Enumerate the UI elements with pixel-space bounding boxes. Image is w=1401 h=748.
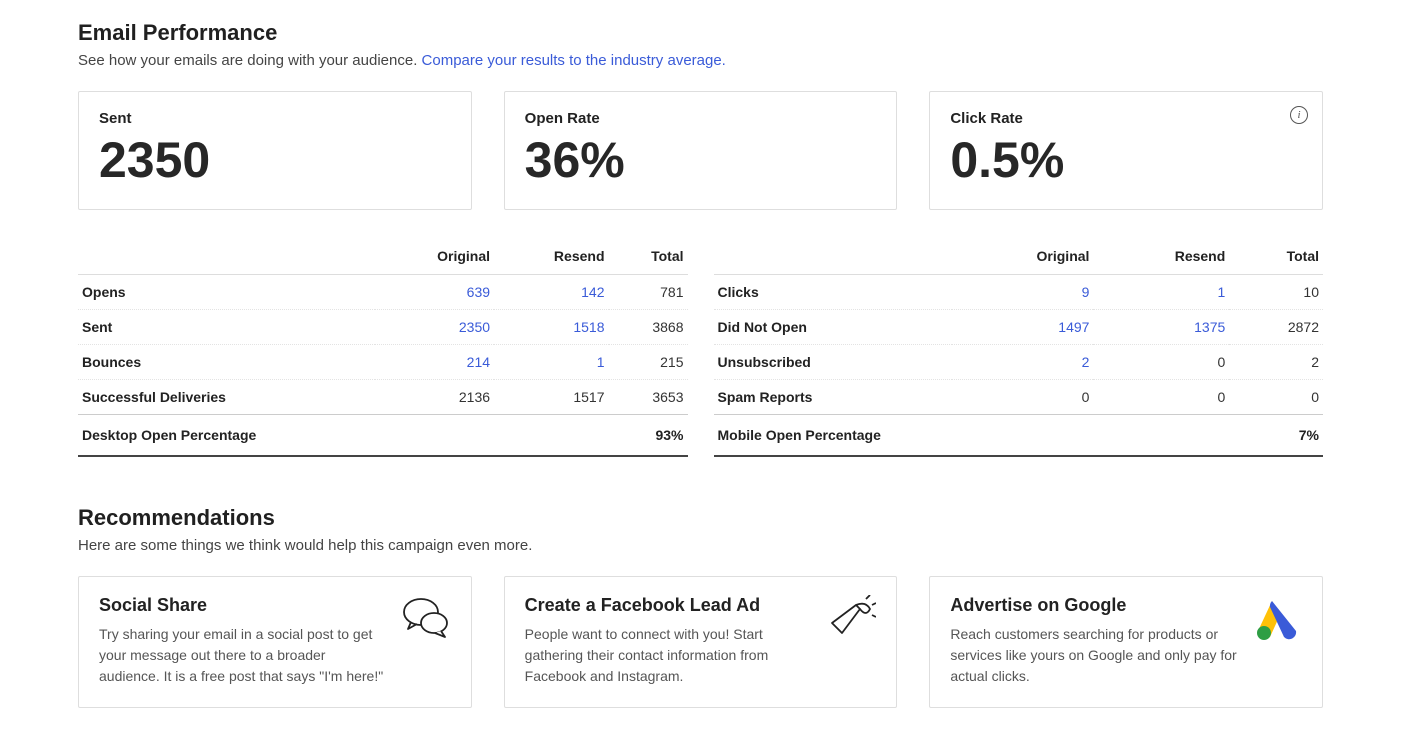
row-label: Successful Deliveries (78, 380, 375, 415)
cell-resend: 1517 (494, 380, 608, 415)
metric-card-open-rate: Open Rate 36% (504, 91, 898, 210)
stats-table-right: Original Resend Total Clicks 9 1 10 Did … (714, 240, 1324, 457)
metric-label: Click Rate (950, 110, 1302, 127)
table-row: Unsubscribed 2 0 2 (714, 345, 1324, 380)
rec-card-social-share[interactable]: Social Share Try sharing your email in a… (78, 576, 472, 708)
cell-total: 2872 (1229, 310, 1323, 345)
cell-original[interactable]: 1497 (952, 310, 1093, 345)
metric-value: 36% (525, 135, 877, 185)
summary-label: Desktop Open Percentage (78, 415, 609, 457)
recommendations-section: Recommendations Here are some things we … (78, 505, 1323, 708)
metric-value: 0.5% (950, 135, 1302, 185)
table-row: Clicks 9 1 10 (714, 275, 1324, 310)
summary-row: Mobile Open Percentage 7% (714, 415, 1324, 457)
compare-link[interactable]: Compare your results to the industry ave… (422, 52, 726, 69)
table-header-empty (714, 240, 953, 275)
table-row: Spam Reports 0 0 0 (714, 380, 1324, 415)
metric-card-click-rate: Click Rate 0.5% i (929, 91, 1323, 210)
section-subtitle: Here are some things we think would help… (78, 537, 1323, 554)
section-subtitle: See how your emails are doing with your … (78, 52, 1323, 69)
cell-total: 3868 (609, 310, 688, 345)
row-label: Unsubscribed (714, 345, 953, 380)
row-label: Opens (78, 275, 375, 310)
rec-desc: People want to connect with you! Start g… (525, 624, 813, 687)
summary-value: 7% (1229, 415, 1323, 457)
table-header-resend: Resend (1093, 240, 1229, 275)
table-header-resend: Resend (494, 240, 608, 275)
rec-card-facebook-lead-ad[interactable]: Create a Facebook Lead Ad People want to… (504, 576, 898, 708)
cell-resend[interactable]: 1 (494, 345, 608, 380)
row-label: Clicks (714, 275, 953, 310)
cell-resend[interactable]: 1518 (494, 310, 608, 345)
row-label: Bounces (78, 345, 375, 380)
cell-original[interactable]: 2350 (375, 310, 494, 345)
cell-resend[interactable]: 1375 (1093, 310, 1229, 345)
table-row: Did Not Open 1497 1375 2872 (714, 310, 1324, 345)
section-title: Email Performance (78, 20, 1323, 46)
cell-resend[interactable]: 142 (494, 275, 608, 310)
section-title: Recommendations (78, 505, 1323, 531)
subtitle-text: See how your emails are doing with your … (78, 52, 422, 69)
row-label: Did Not Open (714, 310, 953, 345)
metric-value: 2350 (99, 135, 451, 185)
rec-card-advertise-google[interactable]: Advertise on Google Reach customers sear… (929, 576, 1323, 708)
cell-original[interactable]: 9 (952, 275, 1093, 310)
cell-original: 2136 (375, 380, 494, 415)
table-row: Sent 2350 1518 3868 (78, 310, 688, 345)
cell-resend: 0 (1093, 345, 1229, 380)
info-icon[interactable]: i (1290, 106, 1308, 124)
table-header-original: Original (375, 240, 494, 275)
summary-value: 93% (609, 415, 688, 457)
metric-card-sent: Sent 2350 (78, 91, 472, 210)
row-label: Spam Reports (714, 380, 953, 415)
table-header-empty (78, 240, 375, 275)
table-row: Opens 639 142 781 (78, 275, 688, 310)
cell-original[interactable]: 2 (952, 345, 1093, 380)
summary-label: Mobile Open Percentage (714, 415, 1230, 457)
cell-resend: 0 (1093, 380, 1229, 415)
cell-total: 3653 (609, 380, 688, 415)
megaphone-icon (826, 595, 876, 645)
stats-table-left: Original Resend Total Opens 639 142 781 … (78, 240, 688, 457)
table-row: Successful Deliveries 2136 1517 3653 (78, 380, 688, 415)
table-row: Bounces 214 1 215 (78, 345, 688, 380)
summary-row: Desktop Open Percentage 93% (78, 415, 688, 457)
rec-desc: Reach customers searching for products o… (950, 624, 1238, 687)
stats-tables-row: Original Resend Total Opens 639 142 781 … (78, 240, 1323, 457)
metric-label: Open Rate (525, 110, 877, 127)
chat-bubbles-icon (401, 595, 451, 645)
cell-original[interactable]: 639 (375, 275, 494, 310)
email-performance-section: Email Performance See how your emails ar… (78, 20, 1323, 457)
metric-cards-row: Sent 2350 Open Rate 36% Click Rate 0.5% … (78, 91, 1323, 210)
table-header-total: Total (609, 240, 688, 275)
cell-total: 10 (1229, 275, 1323, 310)
row-label: Sent (78, 310, 375, 345)
cell-original: 0 (952, 380, 1093, 415)
google-ads-icon (1252, 595, 1302, 645)
metric-label: Sent (99, 110, 451, 127)
rec-title: Create a Facebook Lead Ad (525, 595, 813, 616)
recommendation-cards-row: Social Share Try sharing your email in a… (78, 576, 1323, 708)
cell-total: 2 (1229, 345, 1323, 380)
cell-total: 0 (1229, 380, 1323, 415)
table-header-original: Original (952, 240, 1093, 275)
cell-resend[interactable]: 1 (1093, 275, 1229, 310)
rec-title: Social Share (99, 595, 387, 616)
table-header-total: Total (1229, 240, 1323, 275)
rec-desc: Try sharing your email in a social post … (99, 624, 387, 687)
cell-original[interactable]: 214 (375, 345, 494, 380)
cell-total: 215 (609, 345, 688, 380)
cell-total: 781 (609, 275, 688, 310)
rec-title: Advertise on Google (950, 595, 1238, 616)
